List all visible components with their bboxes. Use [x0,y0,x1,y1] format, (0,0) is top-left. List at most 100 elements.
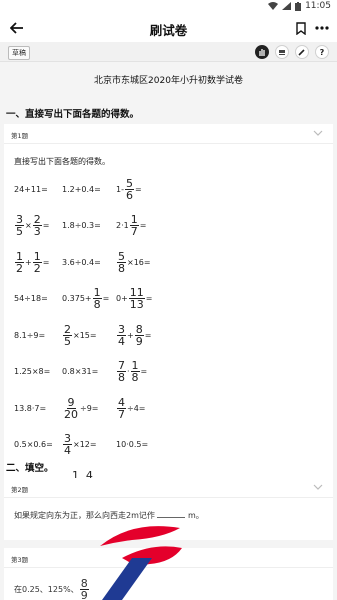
question-unit: m。 [187,511,204,520]
fraction-numerator: 3 [117,322,126,336]
fraction-denominator: 2 [33,261,41,275]
expression-text: = [144,330,152,340]
battery-icon [295,1,302,11]
signal-icon [282,2,292,10]
arithmetic-item: 47 ÷4= [116,395,146,421]
arithmetic-item: 25 ×15= [62,322,97,348]
more-button[interactable] [313,20,331,36]
expression-text: = [42,257,50,267]
arithmetic-item: 35 × 23 = [14,213,49,239]
fraction-numerator: 8 [134,322,144,336]
app-bar: 刷试卷 [0,14,337,42]
arithmetic-item: 34 + 89 = [116,322,151,348]
fraction-denominator: 13 [129,298,144,311]
arithmetic-item: 3.6÷0.4= [62,249,101,275]
fraction-denominator: 8 [118,371,125,384]
expression-text: = [102,294,110,303]
question-sentence: 在0.25、125%、 [14,585,79,594]
question-header[interactable]: 第1题 [4,124,333,144]
question-label: 第2题 [11,486,29,494]
arithmetic-item: 0+ 11 13 = [116,286,153,312]
question-card-1: 第1题 直接写出下面各题的得数。 24+11= 1.2+0.4= 1- 56 = 3 5… [4,124,333,509]
chevron-down-icon [313,484,323,490]
fraction: 9 20 [63,397,79,420]
hand-icon [259,49,265,56]
expression-text: 0.5×0.6= [14,440,53,449]
fraction-denominator: 7 [130,225,138,238]
arithmetic-item: 12 + 12 = [14,249,49,275]
expression-text: 1.8÷0.3= [62,221,101,230]
paper-title: 北京市东城区2020年小升初数学试卷 [94,76,243,86]
fraction-denominator: 6 [125,188,133,202]
arithmetic-item: 58 ×16= [116,249,151,275]
expression-text: ×16= [127,257,151,267]
fraction-numerator: 9 [66,395,76,409]
fraction: 11 13 [128,287,145,311]
arithmetic-item: 24+11= [14,176,48,202]
expression-text: 1 [123,221,129,230]
arithmetic-item: 78 · 18 = [116,359,147,385]
status-time: 11:05 [305,1,331,11]
expression-text: 54÷18= [14,294,48,303]
draft-button[interactable]: 草稿 [8,46,30,60]
expression-text: · [127,367,130,376]
expression-text: = [42,221,50,230]
fraction: 89 [134,322,144,348]
fraction-denominator: 2 [16,261,23,275]
fraction: 25 [63,324,72,347]
help-button[interactable]: ? [315,45,329,59]
help-icon: ? [319,47,325,57]
section-title-1: 一、直接写出下面各题的得数。 [6,109,140,120]
arithmetic-item: 1- 56 = [116,176,142,202]
pen-tool-button[interactable] [295,45,309,59]
watermark-logo [100,526,182,600]
fraction-denominator: 5 [64,334,71,348]
question-header[interactable]: 第2题 [4,478,333,498]
chevron-down-icon [313,130,323,136]
fraction: 12 [32,249,42,275]
expression-text: = [140,367,148,376]
question-text: 在0.25、125%、 89 [14,578,90,600]
arithmetic-grid: 24+11= 1.2+0.4= 1- 56 = 3 5 × 23 = 1.8÷0.3= 2·… [14,176,324,506]
fraction: 56 [124,178,134,202]
expression-text: 0.8×31= [62,367,99,376]
expression-text: = [145,294,153,303]
fraction-denominator: 5 [16,225,23,238]
pen-icon [298,49,305,56]
expression-text: 24+11= [14,184,48,194]
arithmetic-item: 10·0.5= [116,432,148,458]
fraction-numerator: 1 [32,249,42,263]
hand-tool-button[interactable] [255,45,269,59]
wifi-icon [268,2,279,10]
arithmetic-item: 0.5×0.6= [14,432,53,458]
fraction: 18 [130,360,140,383]
fraction: 35 [15,214,24,237]
fraction-denominator: 8 [118,261,125,275]
fraction: 17 [129,214,139,238]
fraction-denominator: 7 [118,407,125,421]
expression-text: ÷4= [127,403,146,413]
arithmetic-item: 1.2+0.4= [62,176,101,202]
arithmetic-item: 0.375+ 18 = [62,286,109,312]
expression-text: ×12= [73,440,97,449]
fraction-denominator: 3 [33,225,41,238]
bookmark-button[interactable] [293,19,309,37]
eraser-tool-button[interactable] [275,45,289,59]
more-dots-icon [315,26,329,30]
expression-text: 2· [116,221,124,230]
fraction-denominator: 20 [64,407,78,421]
fraction-denominator: 9 [135,334,143,348]
back-button[interactable] [6,18,28,38]
expression-text: 1.2+0.4= [62,184,101,194]
expression-text: 13.8·7= [14,403,47,413]
status-icons: 11:05 [268,1,331,11]
expression-text: 1- [116,184,124,194]
section-title-2: 二、填空。 [6,463,54,474]
question-intro: 直接写出下面各题的得数。 [14,157,110,166]
fraction-numerator: 1 [15,249,24,263]
arithmetic-item: 9 20 ÷9= [62,395,99,421]
fraction-denominator: 4 [64,444,71,457]
fraction: 58 [117,251,126,274]
fraction: 34 [117,324,126,347]
status-bar: 11:05 [0,0,337,14]
